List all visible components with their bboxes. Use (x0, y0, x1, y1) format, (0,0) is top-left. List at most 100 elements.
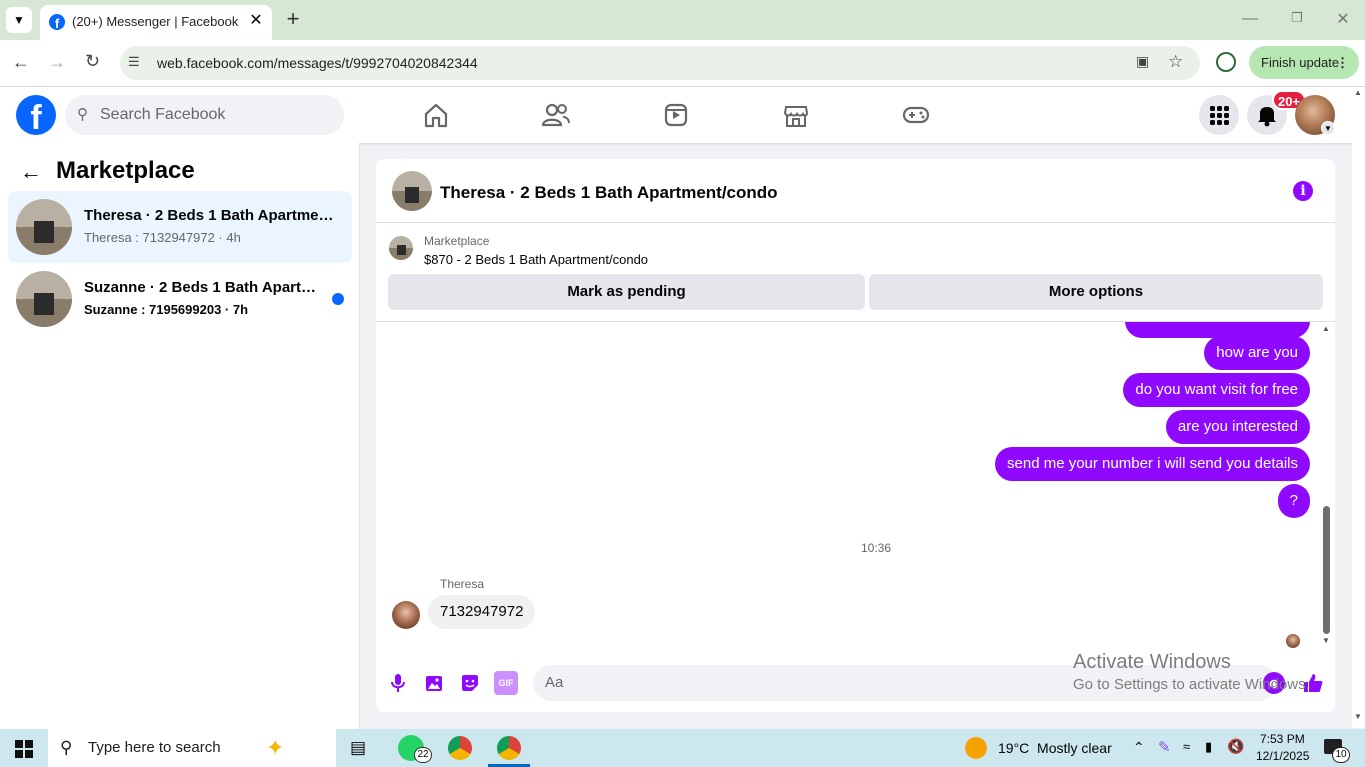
facebook-logo-icon[interactable]: f (16, 95, 56, 135)
taskbar-search-icon: ⚲ (60, 738, 73, 757)
friends-icon[interactable] (536, 97, 576, 133)
page-scrollbar[interactable]: ▲ ▼ (1352, 88, 1365, 728)
url-text: web.facebook.com/messages/t/999270402084… (157, 55, 478, 71)
page-scroll-up-icon[interactable]: ▲ (1354, 88, 1362, 97)
sender-avatar (392, 601, 420, 629)
time-text[interactable]: 7:53 PM (1260, 732, 1305, 746)
video-icon[interactable] (656, 97, 696, 133)
chat-avatar[interactable] (392, 171, 432, 211)
tab-title: (20+) Messenger | Facebook (72, 14, 239, 29)
listing-thumbnail (16, 271, 72, 327)
watermark-line1: Activate Windows (1073, 651, 1231, 673)
panel-title: Marketplace (56, 157, 195, 184)
photo-icon[interactable] (422, 671, 446, 695)
chrome-icon[interactable] (448, 736, 472, 760)
install-app-icon[interactable]: ▣ (1136, 53, 1154, 71)
activate-windows-watermark: Activate Windows Go to Settings to activ… (1073, 651, 1333, 693)
home-icon[interactable] (416, 97, 456, 133)
browser-tab-bar: ▼ f (20+) Messenger | Facebook ✕ + — ❐ ✕ (0, 0, 1365, 40)
chat-panel: Theresa · 2 Beds 1 Bath Apartment/condo … (376, 159, 1335, 712)
message-bubble: how are you (1204, 336, 1310, 370)
seen-avatar (1286, 634, 1300, 648)
listing-source: Marketplace (424, 234, 490, 248)
wifi-icon[interactable]: ≈ (1183, 739, 1190, 754)
thumb-stove (34, 293, 54, 315)
browser-tab[interactable]: f (20+) Messenger | Facebook ✕ (40, 5, 272, 40)
account-chevron-icon[interactable]: ▼ (1321, 121, 1335, 135)
search-input[interactable]: ⚲ Search Facebook (65, 95, 344, 135)
conversation-subtitle: Theresa : 7132947972 · 4h (84, 230, 241, 245)
minimize-button[interactable]: — (1240, 10, 1260, 30)
taskbar-search[interactable]: ⚲ Type here to search ✦ (48, 729, 336, 767)
copilot-sparkle-icon: ✦ (266, 735, 285, 760)
kebab-menu-icon: ⋮ (1336, 55, 1349, 70)
battery-icon[interactable]: ▮ (1205, 739, 1212, 755)
gif-icon[interactable]: GIF (494, 671, 518, 695)
info-icon[interactable]: i (1293, 181, 1313, 201)
conversation-item[interactable]: Suzanne · 2 Beds 1 Bath Apartment/condo … (8, 263, 352, 335)
marketplace-icon[interactable] (776, 97, 816, 133)
tab-list-button[interactable]: ▼ (6, 7, 32, 33)
finish-update-label: Finish update (1261, 55, 1340, 70)
search-placeholder: Search Facebook (100, 106, 226, 123)
watermark-line2: Go to Settings to activate Windows. (1073, 676, 1308, 693)
received-message-bubble: 7132947972 (428, 595, 536, 629)
pen-icon[interactable]: ✎ (1158, 738, 1171, 756)
volume-muted-icon[interactable]: 🔇 (1227, 738, 1244, 755)
gaming-icon[interactable] (896, 97, 936, 133)
thumb-stove (34, 221, 54, 243)
tab-close-icon[interactable]: ✕ (246, 11, 266, 31)
listing-thumb-small (389, 236, 413, 260)
back-arrow-icon[interactable]: ← (20, 159, 42, 185)
sender-name: Theresa (440, 577, 485, 591)
conversation-subtitle: Suzanne : 7195699203 · 7h (84, 302, 249, 317)
conversation-title: Theresa · 2 Beds 1 Bath Apartment/condo (84, 207, 334, 224)
message-bubble: ? (1277, 484, 1310, 518)
conversation-item[interactable]: Theresa · 2 Beds 1 Bath Apartment/condo … (8, 191, 352, 263)
tray-chevron-icon[interactable]: ⌃ (1133, 739, 1145, 756)
mark-pending-button[interactable]: Mark as pending (388, 274, 865, 310)
chat-title[interactable]: Theresa · 2 Beds 1 Bath Apartment/condo (440, 183, 778, 203)
windows-start-icon[interactable] (15, 740, 33, 758)
facebook-favicon-icon: f (49, 14, 65, 30)
chrome-active-icon[interactable] (497, 736, 521, 760)
site-info-icon[interactable]: ☰ (128, 54, 146, 72)
scroll-down-icon[interactable]: ▼ (1322, 636, 1330, 645)
whatsapp-badge: 22 (414, 747, 432, 763)
search-icon: ⚲ (77, 106, 88, 123)
sticker-icon[interactable] (458, 671, 482, 695)
menu-grid-button[interactable] (1199, 95, 1239, 135)
conversation-title: Suzanne · 2 Beds 1 Bath Apartment/condo (84, 279, 324, 296)
more-options-button[interactable]: More options (869, 274, 1323, 310)
weather-text[interactable]: 19°C Mostly clear (998, 740, 1112, 756)
message-bubble: are you interested (1165, 410, 1310, 444)
scrollbar-thumb[interactable] (1323, 506, 1330, 634)
finish-update-button[interactable]: Finish update ⋮ (1249, 46, 1359, 79)
new-tab-button[interactable]: + (282, 8, 304, 30)
marketplace-inbox: ← Marketplace Theresa · 2 Beds 1 Bath Ap… (0, 143, 360, 729)
scrollbar-track[interactable]: ▲ ▼ (1321, 324, 1331, 654)
scroll-up-icon[interactable]: ▲ (1322, 324, 1330, 333)
restore-button[interactable]: ❐ (1287, 10, 1307, 30)
browser-toolbar: ← → ↻ ☰ web.facebook.com/messages/t/9992… (0, 40, 1365, 87)
chat-header: Theresa · 2 Beds 1 Bath Apartment/condo … (376, 159, 1335, 223)
back-icon[interactable]: ← (12, 52, 32, 72)
close-window-button[interactable]: ✕ (1333, 9, 1353, 29)
notification-count: 10 (1332, 747, 1350, 763)
listing-description[interactable]: $870 - 2 Beds 1 Bath Apartment/condo (424, 252, 648, 267)
date-text[interactable]: 12/1/2025 (1256, 749, 1309, 763)
bookmark-star-icon[interactable]: ☆ (1168, 52, 1186, 71)
taskbar-search-text: Type here to search (88, 739, 221, 756)
microphone-icon[interactable] (386, 671, 410, 695)
weather-icon[interactable] (965, 737, 987, 759)
time-separator: 10:36 (861, 541, 892, 555)
profile-icon[interactable] (1216, 52, 1236, 72)
message-bubble: send me your number i will send you deta… (995, 447, 1310, 481)
listing-thumbnail (16, 199, 72, 255)
reload-icon[interactable]: ↻ (85, 51, 105, 71)
address-bar[interactable]: ☰ web.facebook.com/messages/t/9992704020… (120, 46, 1200, 80)
forward-icon[interactable]: → (48, 52, 68, 72)
message-placeholder: Aa (545, 674, 564, 691)
page-scroll-down-icon[interactable]: ▼ (1354, 712, 1362, 721)
task-view-icon[interactable]: ▤ (350, 738, 370, 758)
